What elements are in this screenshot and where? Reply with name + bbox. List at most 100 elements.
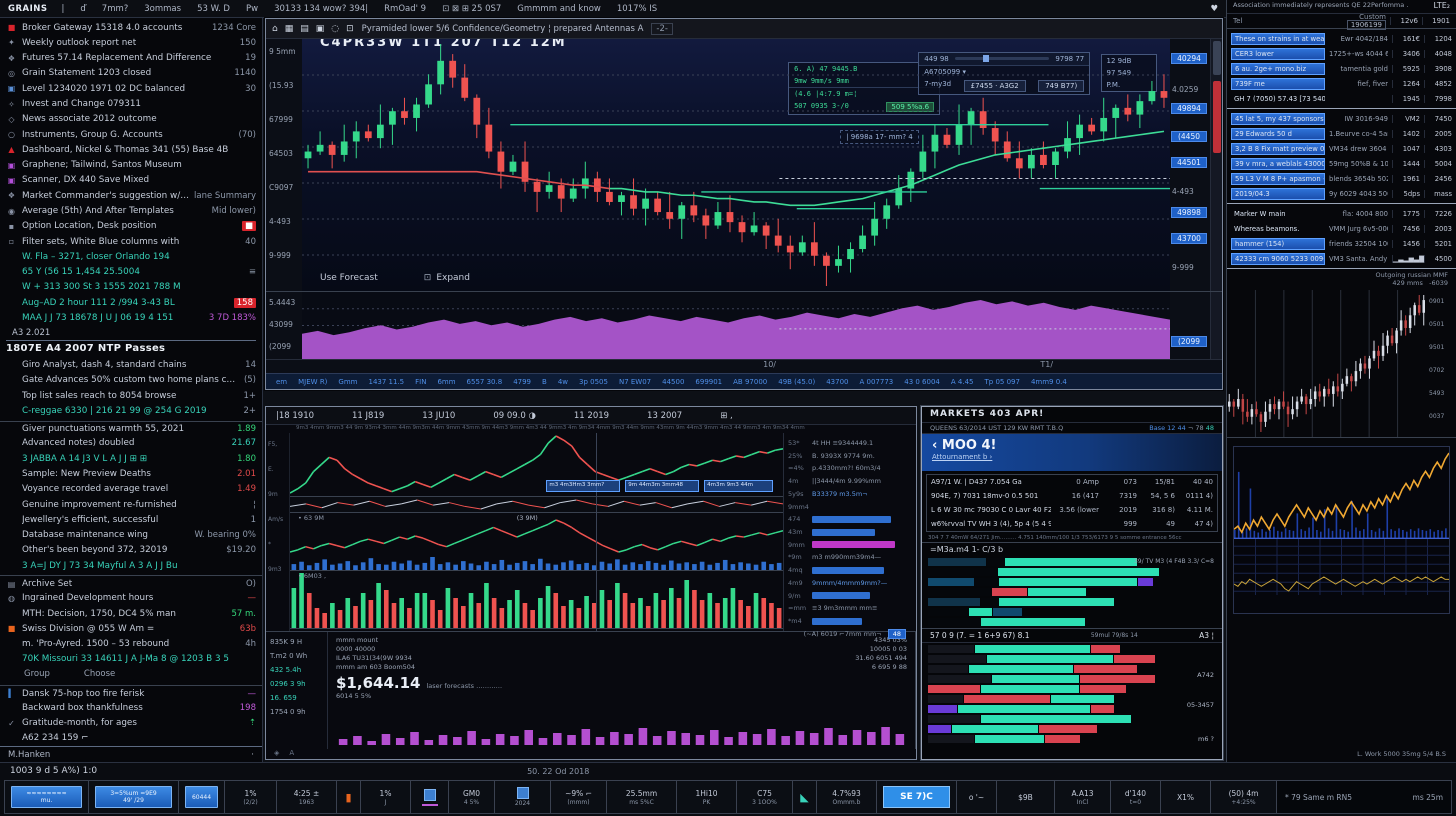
quote-symbol[interactable]: These on strains in at wearing a - xyxy=(1231,33,1325,45)
symbol-tab[interactable]: N7 EW07 xyxy=(619,378,651,386)
date-header-item[interactable]: 13 JU10 xyxy=(422,411,455,421)
toolbar-cell[interactable]: 25.5mmms 5%C xyxy=(607,781,677,813)
toolbar-cell[interactable]: X1% xyxy=(1161,781,1211,813)
symbol-tab[interactable]: B xyxy=(542,378,547,386)
quote-symbol[interactable]: 42333 cm 9060 5233 009-09 4333 xyxy=(1231,253,1325,265)
selection-box[interactable]: 4m3m 9m3 44m xyxy=(704,480,773,492)
toolbar-cell[interactable]: ≈≈≈≈≈≈≈≈mu. xyxy=(5,781,89,813)
sidebar-list-item[interactable]: Gate Advances 50% custom two home plans … xyxy=(0,373,262,388)
quote-symbol[interactable]: 3,2 B 8 Fix matt preview 0 xyxy=(1231,143,1325,155)
top-menu-item[interactable]: 7mm? xyxy=(102,4,128,14)
sidebar-list-item[interactable]: ■Swiss Division @ 055 W Am =63b xyxy=(0,621,262,636)
sidebar-list-item[interactable]: ◉Average (5th) And After TemplatesMid lo… xyxy=(0,203,262,218)
quote-row[interactable]: 2019/04.39y 6029 4043 5005dpsmass xyxy=(1227,186,1456,201)
axis-price-label[interactable]: (2099 xyxy=(1171,336,1207,347)
toolbar-cell[interactable]: 60444 xyxy=(179,781,225,813)
scrollbar-thumb-red[interactable] xyxy=(1213,81,1221,153)
note-chip[interactable]: 48 xyxy=(888,629,906,639)
purple-indicator-pane[interactable] xyxy=(302,292,1170,359)
symbol-tab[interactable]: AB 97000 xyxy=(733,378,767,386)
top-menu-item[interactable]: 30133 134 wow? 394| xyxy=(274,4,368,14)
quote-symbol[interactable]: 739F me xyxy=(1231,78,1325,90)
depth-row[interactable] xyxy=(928,645,1216,653)
symbol-tab[interactable]: 4mm9 0.4 xyxy=(1031,378,1067,386)
sidebar-list-item[interactable]: ❖Futures 57.14 Replacement And Differenc… xyxy=(0,51,262,66)
toolbar-blue-icon[interactable] xyxy=(424,789,436,801)
sidebar-list-item[interactable]: Sample: New Preview Deaths2.01 xyxy=(0,466,262,481)
top-menu-item[interactable]: 53 W. D xyxy=(197,4,230,14)
symbol-tab[interactable]: em xyxy=(276,378,287,386)
toolbar-cell[interactable]: 1%J xyxy=(361,781,411,813)
quote-row[interactable]: 39 v mra, a weblals 43000 mew59mg 50%B &… xyxy=(1227,156,1456,171)
side-list-row[interactable]: 9mm4 xyxy=(788,501,912,513)
selection-box[interactable]: 9m 44m3m 3mm48 xyxy=(625,480,699,492)
side-list-row[interactable]: 474 xyxy=(788,513,912,525)
toolbar-cell[interactable]: A.A13InCl xyxy=(1055,781,1111,813)
toolbar-blue-icon[interactable] xyxy=(517,787,529,799)
toolbar-cell[interactable]: C753 1OO% xyxy=(737,781,793,813)
sidebar-list-item[interactable]: Other's been beyond 372, 32019$19.20 xyxy=(0,543,262,558)
chart-tool-icon[interactable]: ⌂ xyxy=(272,24,278,34)
date-header-item[interactable]: 11 J819 xyxy=(352,411,384,421)
toolbar-cell[interactable]: 1%(2/2) xyxy=(225,781,277,813)
date-header-item[interactable]: 13 2007 xyxy=(647,411,682,421)
depth-row[interactable] xyxy=(928,735,1216,743)
chart-scrollbar[interactable] xyxy=(1210,39,1222,291)
date-header-item[interactable]: |18 1910 xyxy=(276,411,314,421)
symbol-tab[interactable]: 3p 0505 xyxy=(579,378,608,386)
quote-row[interactable]: Whereas beamons.VMM Jurg 6v5-00074562003 xyxy=(1227,221,1456,236)
sidebar-list-item[interactable]: 65 Y (56 15 1,454 25.5004≡ xyxy=(0,265,262,280)
symbol-tab[interactable]: Tp 05 097 xyxy=(985,378,1020,386)
sidebar-list-item[interactable]: C-reggae 6330 | 216 21 99 @ 254 G 20192+ xyxy=(0,403,262,418)
sidebar-list-item[interactable]: Voyance recorded average travel1.49 xyxy=(0,482,262,497)
symbol-tab[interactable]: 44500 xyxy=(662,378,684,386)
quote-row[interactable]: 45 lat 5, my 437 sponsorsIW 3016-949VM27… xyxy=(1227,111,1456,126)
sidebar-list-item[interactable]: Backward box thankfulness198 xyxy=(0,700,262,715)
symbol-tab[interactable]: 4799 xyxy=(513,378,531,386)
quote-row[interactable]: 29 Edwards 50 d1.Beurve co-4 5am14022005 xyxy=(1227,126,1456,141)
depth-row[interactable] xyxy=(928,578,1216,586)
side-list-row[interactable]: 9/m xyxy=(788,590,912,602)
markets-toolbar-blue[interactable]: Base 12 44 xyxy=(1149,424,1186,432)
depth-row[interactable] xyxy=(928,695,1216,703)
sidebar-list-item[interactable]: Jewellery's efficient, successful1 xyxy=(0,512,262,527)
symbol-tab[interactable]: FIN xyxy=(415,378,426,386)
sidebar-list-item[interactable]: Giver punctuations warmth 55, 20211.89 xyxy=(0,421,262,436)
chart-tool-icon[interactable]: ▣ xyxy=(316,24,325,34)
markets-table-row[interactable]: L 6 W 30 mc 79030 C 0 Lavr 40 F23.56 (lo… xyxy=(927,503,1217,517)
toolbar-cell[interactable]: (50) 4m+4:25% xyxy=(1211,781,1277,813)
sidebar-list-item[interactable]: ▪Option Location, Desk position■ xyxy=(0,219,262,234)
sidebar-list-item[interactable]: ▲Dashboard, Nickel & Thomas 341 (55) Bas… xyxy=(0,142,262,157)
symbol-tab[interactable]: 49B (45.0) xyxy=(778,378,815,386)
quote-symbol[interactable]: 6 au. 2ge+ mono.biz xyxy=(1231,63,1325,75)
sidebar-list-item[interactable]: ▣Scanner, DX 440 Save Mixed xyxy=(0,173,262,188)
quote-row[interactable]: GH 7 (7050) 57.43 [73 54000-6]19457998 xyxy=(1227,91,1456,106)
top-menu-item[interactable]: | xyxy=(62,4,65,14)
quote-symbol[interactable]: 2019/04.3 xyxy=(1231,188,1325,200)
toolbar-cell[interactable]: 3=5%um =9E949' /29 xyxy=(89,781,179,813)
selection-box[interactable]: m3 4m3Hm3 3mm? xyxy=(546,480,620,492)
quote-row[interactable]: Marker W mainfla: 4004 80017757226 xyxy=(1227,206,1456,221)
sidebar-list-item[interactable]: Genuine improvement re-furnished¦ xyxy=(0,497,262,512)
symbol-tab[interactable]: 4w xyxy=(558,378,568,386)
symbol-tab[interactable]: 6557 30.8 xyxy=(467,378,503,386)
sidebar-list-item[interactable]: ◎Grain Statement 1203 closed1140 xyxy=(0,66,262,81)
symbol-tab[interactable]: MJEW R) xyxy=(298,378,327,386)
toolbar-cell[interactable]: 2024 xyxy=(495,781,551,813)
stat-card[interactable]: mmm mount4345 03%0000 4000010005 0 03ILA… xyxy=(328,632,916,749)
toolbar-cell[interactable]: 1Hi10PK xyxy=(677,781,737,813)
sidebar-list-item[interactable]: ▍Dansk 75-hop too fire ferisk— xyxy=(0,685,262,700)
side-list-row[interactable]: 53*4t HH ≡9344449.1 xyxy=(788,437,912,449)
chart-tool-icon[interactable]: ⊡ xyxy=(346,24,354,34)
axis-price-label[interactable]: 43700 xyxy=(1171,233,1207,244)
toolbar-cell[interactable]: SE 7)C xyxy=(877,781,957,813)
toolbar-cell[interactable]: d'140t=0 xyxy=(1111,781,1161,813)
toolbar-cell[interactable]: GM04 5% xyxy=(449,781,495,813)
sidebar-list-item[interactable]: MTH: Decision, 1750, DC4 5% man57 m. xyxy=(0,606,262,621)
toolbar-icon[interactable]: ▮ xyxy=(345,791,351,804)
sidebar-list-item[interactable]: ▤Archive SetO) xyxy=(0,575,262,590)
side-list-row[interactable]: *9mm3 m990mm39m4— xyxy=(788,552,912,564)
sidebar-list-item[interactable]: Database maintenance wingW. bearing 0% xyxy=(0,528,262,543)
symbol-tab[interactable]: 43 0 6004 xyxy=(904,378,940,386)
quote-row[interactable]: 3,2 B 8 Fix matt preview 0VM34 drew 3604… xyxy=(1227,141,1456,156)
